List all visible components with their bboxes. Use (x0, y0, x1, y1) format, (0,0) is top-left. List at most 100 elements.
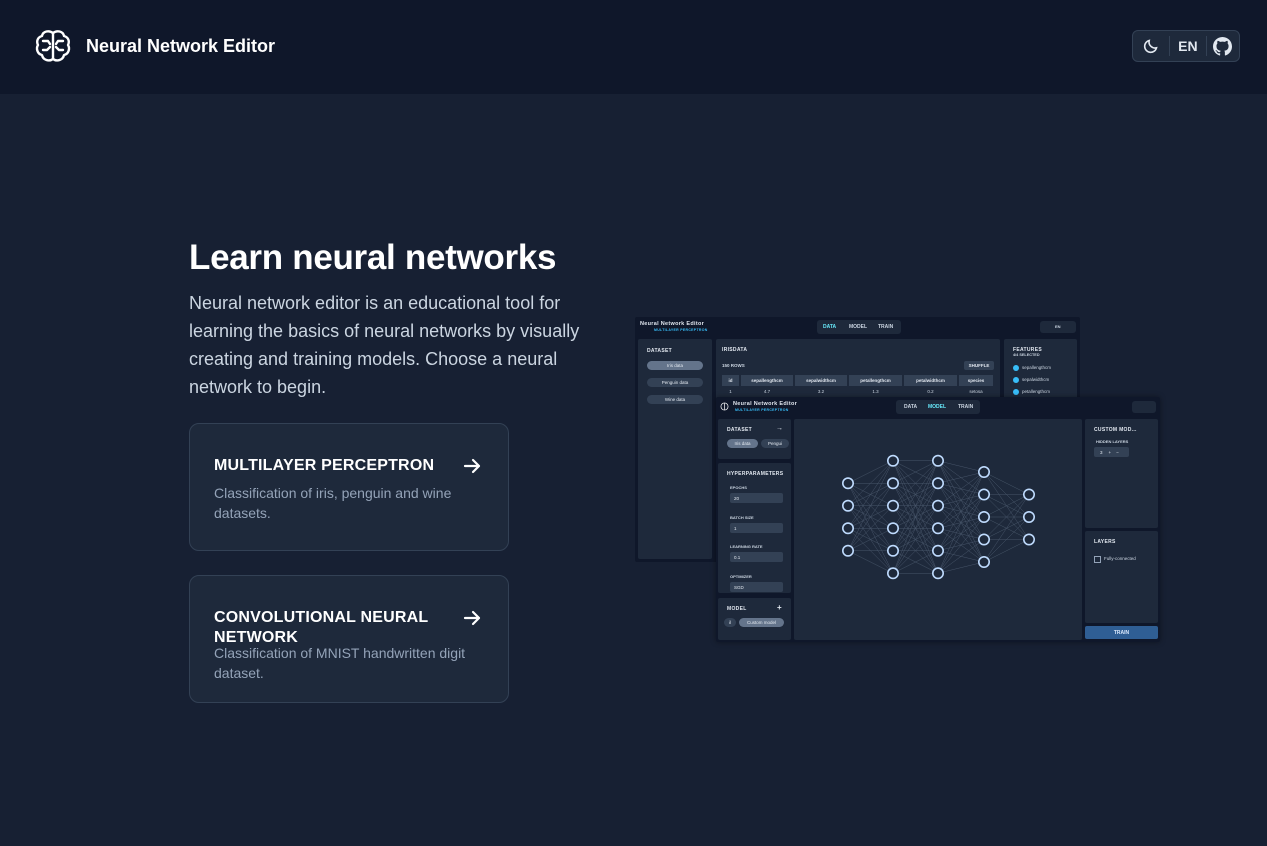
preview-toolbar (1132, 401, 1156, 413)
preview-tab-train: TRAIN (958, 404, 974, 410)
preview-toolbar: EN (1040, 321, 1076, 333)
card-description: Classification of iris, penguin and wine… (214, 485, 452, 521)
preview-dataset-panel: DATASET → Iris data Pengui (718, 419, 791, 459)
preview-cell: 0.2 (927, 389, 934, 394)
preview-model-chip: Custom model (739, 618, 784, 627)
arrow-right-icon (463, 610, 481, 626)
network-neuron (1023, 488, 1036, 501)
network-neuron (841, 544, 854, 557)
network-neuron (932, 454, 945, 467)
preview-arrow-icon: → (776, 425, 784, 432)
preview-epochs-select: 20 (730, 493, 783, 503)
preview-app-subtitle: MULTILAYER PERCEPTRON (735, 408, 789, 412)
network-neuron (932, 477, 945, 490)
preview-custom-heading: CUSTOM MOD... (1094, 427, 1137, 433)
network-connection (937, 561, 985, 574)
toolbar: EN (1132, 30, 1240, 62)
network-connection (937, 516, 985, 574)
app-title: Neural Network Editor (86, 35, 276, 56)
brain-icon (35, 30, 71, 62)
top-bar: Neural Network Editor EN (0, 0, 1267, 94)
preview-plus-icon: + (1108, 449, 1112, 455)
github-icon (1213, 36, 1233, 56)
network-neuron (932, 567, 945, 580)
preview-lr-label: LEARNING RATE (730, 544, 763, 549)
preview-dataset-chip: Wine data (647, 395, 703, 404)
arrow-right-icon (463, 458, 481, 474)
preview-col-header: petalwidthcm (904, 375, 957, 386)
network-connection (937, 471, 985, 484)
network-connection (937, 539, 985, 574)
network-neuron (841, 522, 854, 535)
preview-batch-select: 1 (730, 523, 783, 533)
preview-layer-icon (1094, 556, 1101, 563)
network-connection (937, 471, 985, 529)
network-neuron (978, 465, 991, 478)
preview-hidden-layers-label: HIDDEN LAYERS (1096, 439, 1129, 444)
preview-dataset-chip: Iris data (727, 439, 758, 448)
network-neuron (932, 499, 945, 512)
preview-tabs: DATA MODEL TRAIN (896, 400, 980, 414)
network-neuron (978, 533, 991, 546)
preview-col-header: species (959, 375, 993, 386)
preview-tab-data: DATA (904, 404, 918, 410)
preview-col-header: sepallengthcm (741, 375, 793, 386)
preview-feature: sepallengthcm (1022, 365, 1052, 370)
preview-layers-panel: LAYERS Fully-connected (1085, 531, 1158, 623)
moon-icon (1143, 39, 1158, 54)
preview-dataset-chip: Pengui (761, 439, 789, 448)
preview-hyperparameters-heading: HYPERPARAMETERS (727, 471, 784, 477)
brand[interactable]: Neural Network Editor (34, 27, 275, 65)
card-description: Classification of MNIST handwritten digi… (214, 645, 466, 681)
network-neuron (887, 567, 900, 580)
preview-feature: sepalwidthcm (1022, 377, 1050, 382)
preview-epochs-label: EPOCHS (730, 485, 747, 490)
card-title: MULTILAYER PERCEPTRON (214, 457, 435, 474)
preview-model-screenshot: Neural Network Editor MULTILAYER PERCEPT… (716, 397, 1160, 642)
preview-lr-select: 0.1 (730, 552, 783, 562)
network-connection (937, 471, 985, 551)
preview-optimizer-select: SGD (730, 582, 783, 592)
network-neuron (887, 522, 900, 535)
mlp-card[interactable]: MULTILAYER PERCEPTRON Classification of … (189, 423, 509, 551)
network-connection (847, 460, 894, 529)
network-neuron (841, 499, 854, 512)
preview-tab-data: DATA (823, 324, 837, 330)
preview-batch-label: BATCH SIZE (730, 515, 754, 520)
page-title: Learn neural networks (189, 238, 557, 277)
preview-app-title: Neural Network Editor (640, 321, 705, 327)
preview-table-title: IRISDATA (722, 347, 748, 353)
preview-tab-model: MODEL (928, 404, 947, 410)
network-neuron (887, 477, 900, 490)
preview-tabs: DATA MODEL TRAIN (817, 320, 901, 334)
preview-cell: 3.2 (817, 389, 825, 394)
preview-network-diagram (841, 454, 1036, 580)
cnn-card[interactable]: CONVOLUTIONAL NEURAL NETWORK Classificat… (189, 575, 509, 703)
network-neuron (1023, 511, 1036, 524)
preview-layers-heading: LAYERS (1094, 539, 1116, 545)
preview-cell: 1.3 (872, 389, 879, 394)
preview-hidden-layers-stepper: 3 + − (1094, 447, 1129, 457)
network-neuron (887, 454, 900, 467)
card-title: CONVOLUTIONAL NEURAL NETWORK (214, 609, 429, 646)
preview-features-count: 4/4 SELECTED (1013, 353, 1040, 357)
network-connection (937, 494, 985, 574)
preview-tab-model: MODEL (849, 324, 868, 330)
preview-cell: 1 (729, 389, 732, 394)
preview-model-heading: MODEL (727, 606, 747, 612)
network-connection (983, 539, 1030, 563)
theme-toggle-button[interactable] (1133, 31, 1169, 61)
preview-dataset-heading: DATASET (647, 348, 672, 354)
page-description: Neural network editor is an educational … (189, 293, 580, 397)
preview-row-count: 150 ROWS (722, 363, 745, 368)
preview-col-header: sepalwidthcm (795, 375, 847, 386)
preview-plus-icon: + (777, 603, 782, 612)
preview-check-icon (1013, 377, 1019, 383)
network-neuron (1023, 533, 1036, 546)
preview-dataset-panel: DATASET Iris data Penguin data Wine data (638, 339, 712, 559)
network-connection (983, 494, 1030, 563)
preview-model-panel: MODEL + il Custom model (718, 598, 791, 640)
preview-dataset-heading: DATASET (727, 427, 752, 433)
language-button[interactable]: EN (1170, 31, 1205, 61)
github-button[interactable] (1207, 31, 1239, 61)
